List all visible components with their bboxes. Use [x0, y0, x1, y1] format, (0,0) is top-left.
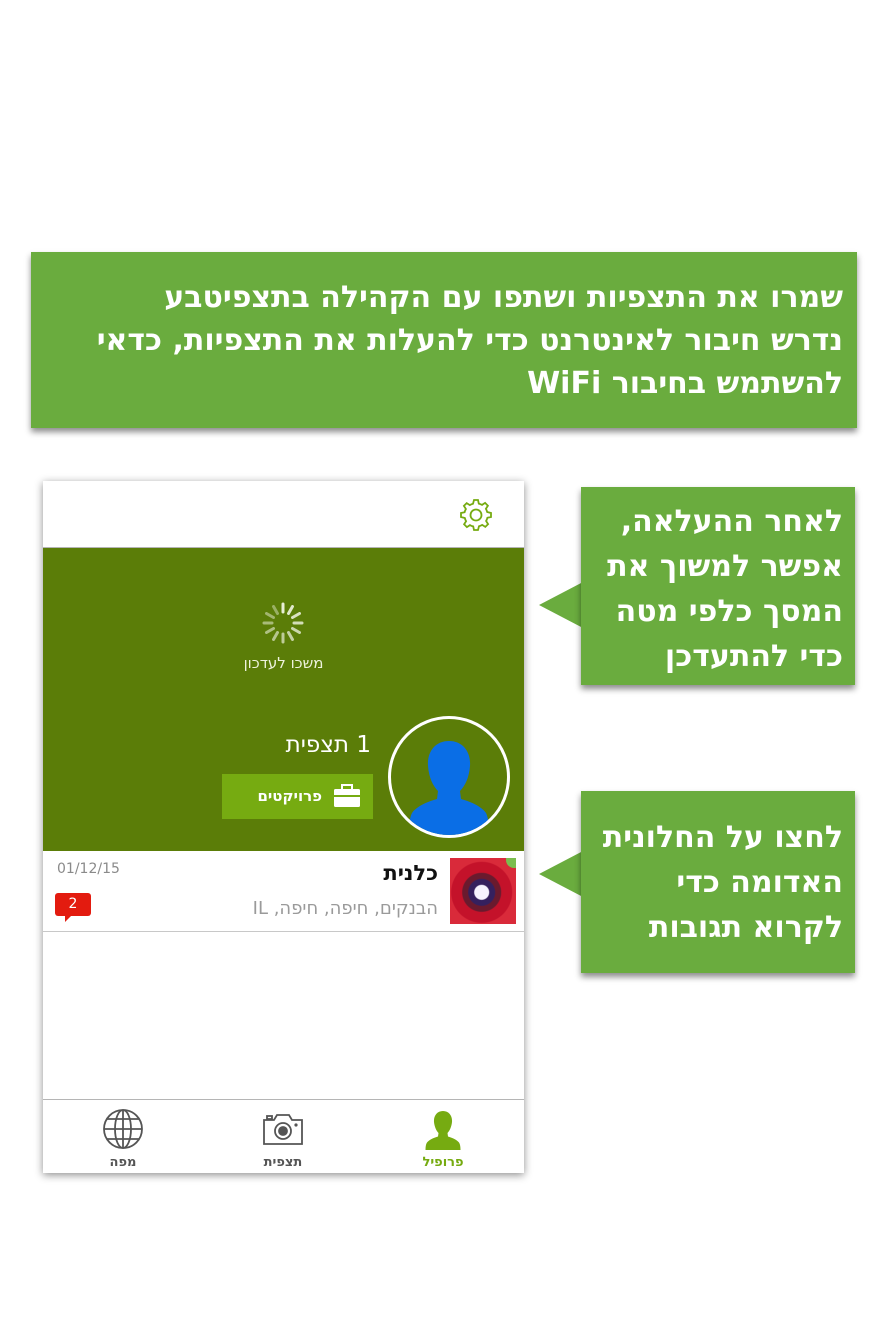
observation-date: 01/12/15 [57, 861, 120, 877]
tab-observation-label: תצפית [263, 1155, 303, 1170]
upload-tip-line-1: שמרו את התצפיות ושתפו עם הקהילה בתצפיטבע [164, 280, 843, 315]
tab-map-label: מפה [109, 1155, 137, 1170]
profile-header[interactable]: משכו לעדכון 1 תצפית פרויקטים [43, 548, 524, 851]
profile-icon [425, 1111, 461, 1150]
observations-count: 1 תצפית [285, 732, 371, 758]
sync-indicator [506, 858, 516, 868]
comments-tip-line-2: האדומה כדי [676, 865, 843, 900]
gear-icon[interactable] [458, 497, 494, 533]
badge-tail [65, 915, 72, 922]
globe-icon [103, 1109, 143, 1149]
upload-tip-callout: שמרו את התצפיות ושתפו עם הקהילה בתצפיטבע… [31, 252, 857, 428]
projects-button-label: פרויקטים [257, 787, 322, 805]
refresh-tip-line-1: לאחר ההעלאה, [620, 504, 843, 539]
refresh-tip-line-2: אפשר למשוך את [607, 549, 843, 584]
refresh-callout-pointer [539, 582, 583, 628]
camera-icon [263, 1114, 303, 1145]
tab-bar: מפה תצפית פרופיל [43, 1099, 524, 1173]
upload-tip-line-2: נדרש חיבור לאינטרנט כדי להעלות את התצפיו… [96, 323, 843, 358]
pull-to-refresh-label: משכו לעדכון [243, 654, 324, 672]
app-screen: משכו לעדכון 1 תצפית פרויקטים כלנית הבנקי… [43, 481, 524, 1173]
avatar[interactable] [388, 716, 510, 838]
tab-profile-label: פרופיל [422, 1155, 464, 1170]
comments-tip-line-1: לחצו על החלונית [602, 820, 843, 855]
spinner-icon [262, 602, 304, 644]
top-bar [43, 481, 524, 548]
upload-tip-line-3: להשתמש בחיבור WiFi [527, 366, 843, 401]
refresh-tip-callout: לאחר ההעלאה, אפשר למשוך את המסך כלפי מטה… [581, 487, 855, 685]
tab-map[interactable]: מפה [63, 1100, 183, 1173]
projects-button[interactable]: פרויקטים [222, 774, 373, 819]
observation-title: כלנית [383, 861, 438, 885]
comments-count: 2 [68, 896, 78, 912]
observation-list-item[interactable]: כלנית הבנקים, חיפה, חיפה, IL 01/12/15 2 [43, 851, 524, 932]
comments-badge[interactable]: 2 [55, 893, 91, 922]
avatar-silhouette-icon [409, 741, 489, 835]
refresh-tip-line-4: כדי להתעדכן [664, 639, 843, 674]
tab-observation[interactable]: תצפית [223, 1100, 343, 1173]
briefcase-icon [334, 784, 360, 807]
refresh-tip-line-3: המסך כלפי מטה [615, 594, 843, 629]
observation-location: הבנקים, חיפה, חיפה, IL [252, 898, 438, 919]
comments-callout-pointer [539, 851, 583, 897]
tab-profile[interactable]: פרופיל [383, 1100, 503, 1173]
observation-thumbnail[interactable] [450, 858, 516, 924]
comments-tip-callout: לחצו על החלונית האדומה כדי לקרוא תגובות [581, 791, 855, 973]
comments-tip-line-3: לקרוא תגובות [648, 910, 843, 945]
